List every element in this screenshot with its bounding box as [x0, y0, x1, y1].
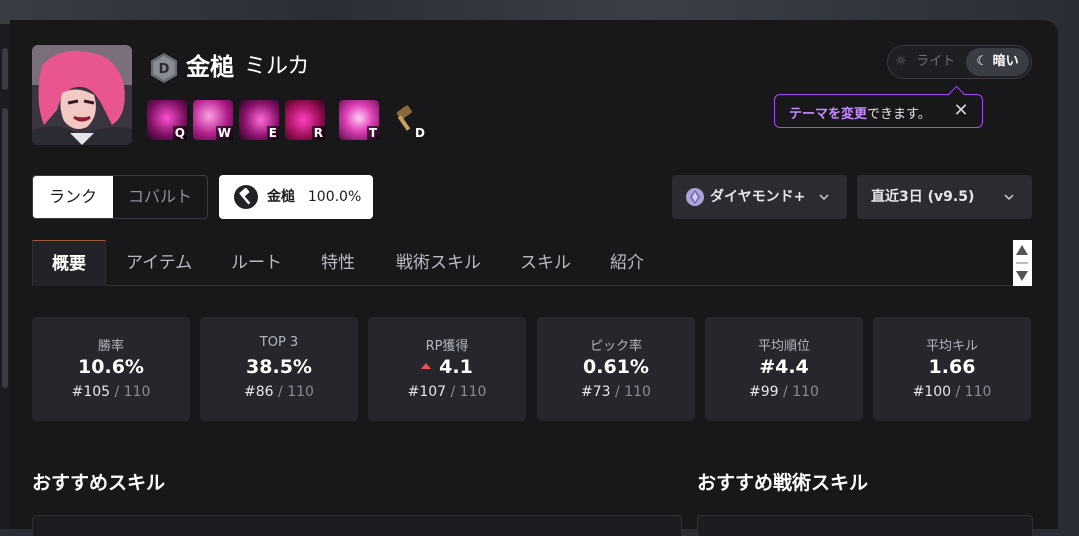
skill-w[interactable]: W [193, 100, 233, 140]
stat-card-top3: TOP 3 38.5% #86 / 110 [200, 317, 358, 421]
scroll-down-icon[interactable] [1016, 271, 1028, 281]
character-portrait [32, 45, 132, 145]
theme-dark-option[interactable]: ☾ 暗い [966, 48, 1029, 76]
recommended-skills-box [32, 515, 682, 536]
tier-filter-dropdown[interactable]: ダイヤモンド+ [672, 175, 847, 219]
tab-route[interactable]: ルート [231, 240, 282, 286]
tab-tactical-skills[interactable]: 戦術スキル [396, 240, 481, 286]
weapon-name: 金槌 [267, 189, 295, 205]
stat-card-avg-placement: 平均順位 #4.4 #99 / 110 [705, 317, 863, 421]
skill-r[interactable]: R [285, 100, 325, 140]
weapon-selector[interactable]: 金槌 100.0% [219, 175, 373, 219]
period-filter-dropdown[interactable]: 直近3日 (v9.5) [857, 175, 1032, 219]
stat-card-winrate: 勝率 10.6% #105 / 110 [32, 317, 190, 421]
stat-card-avg-kills: 平均キル 1.66 #100 / 110 [873, 317, 1031, 421]
mode-cobalt-button[interactable]: コバルト [113, 176, 207, 218]
moon-icon: ☾ [976, 54, 989, 69]
left-scroll-thumb-top[interactable] [2, 48, 8, 90]
diamond-icon [685, 187, 705, 211]
tier-filter-label: ダイヤモンド+ [710, 189, 806, 205]
theme-toggle[interactable]: ☼ ライト ☾ 暗い [887, 45, 1032, 79]
mode-toggle[interactable]: ランク コバルト [32, 175, 208, 219]
character-name: 金槌 [186, 53, 234, 81]
recommended-skills-title: おすすめスキル [32, 472, 166, 494]
tab-intro[interactable]: 紹介 [610, 240, 644, 286]
trend-up-icon [421, 362, 432, 369]
skill-e[interactable]: E [239, 100, 279, 140]
tab-skills[interactable]: スキル [520, 240, 571, 286]
chevron-down-icon [819, 194, 829, 201]
tab-scrollbar[interactable] [1013, 240, 1032, 286]
skill-q[interactable]: Q [147, 100, 187, 140]
tab-traits[interactable]: 特性 [321, 240, 355, 286]
recommended-tactical-box [697, 515, 1033, 536]
recommended-tactical-title: おすすめ戦術スキル [697, 472, 869, 494]
theme-tooltip: テーマを変更できます。 ✕ [774, 94, 983, 128]
skill-t[interactable]: T [339, 100, 379, 140]
skill-d[interactable]: D [387, 100, 427, 140]
stat-card-rp-gain: RP獲得 4.1 #107 / 110 [368, 317, 526, 421]
sun-icon: ☼ [895, 54, 907, 69]
tab-overview[interactable]: 概要 [32, 240, 106, 286]
close-icon[interactable]: ✕ [951, 101, 971, 121]
stat-card-pickrate: ピック率 0.61% #73 / 110 [537, 317, 695, 421]
svg-text:D: D [159, 62, 170, 77]
tooltip-highlight: テーマを変更 [789, 107, 868, 122]
mode-ranked-button[interactable]: ランク [33, 176, 113, 218]
period-filter-label: 直近3日 (v9.5) [871, 189, 975, 205]
theme-light-option[interactable]: ☼ ライト [894, 50, 955, 74]
tier-badge-icon: D [149, 52, 179, 84]
character-subname: ミルカ [244, 54, 310, 79]
weapon-percent: 100.0% [307, 189, 362, 205]
scroll-up-icon[interactable] [1016, 245, 1028, 255]
chevron-down-icon [1004, 194, 1014, 201]
tooltip-text: できます。 [867, 107, 931, 122]
tab-items[interactable]: アイテム [126, 240, 192, 286]
left-scroll-thumb[interactable] [2, 108, 8, 388]
hammer-icon [234, 185, 258, 209]
